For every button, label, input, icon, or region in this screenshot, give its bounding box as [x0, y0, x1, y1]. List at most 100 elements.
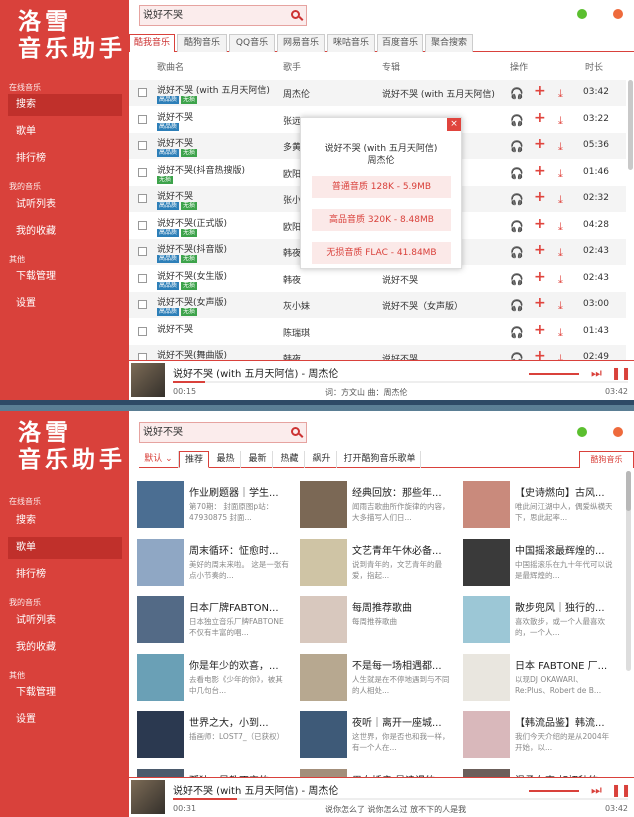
- album-name[interactable]: 说好不哭 (with 五月天阿信): [382, 87, 495, 100]
- headphone-icon[interactable]: 🎧: [510, 246, 524, 259]
- singer-name[interactable]: 韩夜: [283, 273, 301, 286]
- download-icon[interactable]: ⤓: [558, 114, 563, 128]
- close-button[interactable]: [613, 427, 623, 437]
- sidebar-item-leaderboard[interactable]: 排行榜: [8, 564, 122, 586]
- sidebar-item-trial-list[interactable]: 试听列表: [8, 610, 122, 632]
- songlist-cover[interactable]: [137, 481, 184, 528]
- download-icon[interactable]: ⤓: [558, 140, 563, 154]
- album-name[interactable]: 说好不哭（女声版）: [382, 299, 463, 312]
- pause-icon[interactable]: ❚❚: [611, 366, 631, 380]
- songlist-cover[interactable]: [300, 653, 347, 701]
- songlist-card[interactable]: 【史诗燃向】古风... 唯此间江湖中人，偶爱纵横天下，思此起率...: [463, 481, 618, 533]
- tab-kuwo[interactable]: 酷我音乐: [129, 34, 175, 52]
- singer-name[interactable]: 周杰伦: [283, 87, 310, 100]
- songlist-card[interactable]: 不是每一场相遇都... 人生就是在不停地遇到与不同的人相处...: [300, 653, 455, 706]
- sidebar-item-trial-list[interactable]: 试听列表: [8, 194, 122, 216]
- songlist-title[interactable]: 日本厂牌FABTON...: [189, 599, 289, 614]
- songlist-title[interactable]: 你是年少的欢喜，...: [189, 657, 289, 672]
- add-icon[interactable]: +: [534, 269, 546, 285]
- tab-rising[interactable]: 飙升: [307, 451, 337, 468]
- headphone-icon[interactable]: 🎧: [510, 220, 524, 233]
- quality-high-button[interactable]: 高品音质 320K - 8.48MB: [312, 209, 451, 231]
- songlist-title[interactable]: 日本 FABTONE 厂...: [515, 657, 615, 672]
- songlist-card[interactable]: 【韩流品鉴】韩流... 我们今天介绍的是从2004年开始，以...: [463, 711, 618, 763]
- songlist-card[interactable]: 作业刷题器｜学生... 第70期： 封面原图p站：47930875 封面...: [137, 481, 292, 533]
- headphone-icon[interactable]: 🎧: [510, 326, 524, 339]
- add-icon[interactable]: +: [534, 242, 546, 258]
- add-icon[interactable]: +: [534, 216, 546, 232]
- quality-lossless-button[interactable]: 无损音质 FLAC - 41.84MB: [312, 242, 451, 264]
- song-name[interactable]: 说好不哭: [157, 322, 193, 335]
- scrollbar[interactable]: [628, 80, 633, 170]
- download-icon[interactable]: ⤓: [558, 299, 563, 313]
- download-icon[interactable]: ⤓: [558, 193, 563, 207]
- sort-dropdown[interactable]: 默认 ⌄: [139, 451, 179, 468]
- songlist-card[interactable]: 文艺青年午休必备... 说到青年的，文艺青年的最爱，指起...: [300, 538, 455, 591]
- search-icon[interactable]: [291, 10, 300, 19]
- download-icon[interactable]: ⤓: [558, 220, 563, 234]
- singer-name[interactable]: 陈瑞琪: [283, 326, 310, 339]
- tab-hottest[interactable]: 最热: [211, 451, 241, 468]
- row-checkbox[interactable]: [138, 273, 147, 283]
- volume-slider[interactable]: [529, 790, 579, 792]
- quality-standard-button[interactable]: 普通音质 128K - 5.9MB: [312, 176, 451, 198]
- tab-newest[interactable]: 最新: [243, 451, 273, 468]
- add-icon[interactable]: +: [534, 295, 546, 311]
- songlist-cover[interactable]: [137, 596, 184, 643]
- songlist-title[interactable]: 文艺青年午休必备...: [352, 542, 452, 557]
- row-checkbox[interactable]: [138, 141, 147, 150]
- add-icon[interactable]: +: [534, 163, 546, 179]
- songlist-title[interactable]: 夜听｜离开一座城...: [352, 714, 452, 729]
- row-checkbox[interactable]: [138, 247, 147, 256]
- download-icon[interactable]: ⤓: [558, 326, 563, 340]
- songlist-title[interactable]: 【史诗燃向】古风...: [515, 484, 615, 499]
- minimize-button[interactable]: [577, 9, 587, 19]
- songlist-cover[interactable]: [137, 653, 184, 701]
- row-checkbox[interactable]: [138, 220, 147, 230]
- sidebar-item-settings[interactable]: 设置: [8, 709, 122, 731]
- row-checkbox[interactable]: [138, 326, 147, 336]
- scrollbar[interactable]: [626, 471, 631, 671]
- songlist-title[interactable]: 【韩流品鉴】韩流...: [515, 714, 615, 729]
- table-row[interactable]: 说好不哭(女声版) 高品质 无损 灰小妹 说好不哭（女声版） 🎧 + ⤓ 03:00: [129, 292, 626, 318]
- songlist-title[interactable]: 经典回放：那些年...: [352, 484, 452, 499]
- row-checkbox[interactable]: [138, 194, 147, 203]
- add-icon[interactable]: +: [534, 136, 546, 152]
- songlist-cover[interactable]: [300, 596, 347, 643]
- sidebar-item-search[interactable]: 搜索: [8, 510, 122, 532]
- progress-bar[interactable]: [173, 381, 628, 383]
- table-row[interactable]: 说好不哭(女生版) 高品质 无损 韩夜 说好不哭 🎧 + ⤓ 02:43: [129, 266, 626, 292]
- tab-source-kugou[interactable]: 酷狗音乐: [579, 451, 634, 468]
- headphone-icon[interactable]: 🎧: [510, 140, 524, 153]
- songlist-cover[interactable]: [463, 538, 510, 586]
- tab-qq[interactable]: QQ音乐: [229, 34, 275, 52]
- songlist-cover[interactable]: [463, 596, 510, 643]
- songlist-cover[interactable]: [300, 711, 347, 758]
- sidebar-item-songlist[interactable]: 歌单: [8, 537, 122, 559]
- headphone-icon[interactable]: 🎧: [510, 193, 524, 206]
- headphone-icon[interactable]: 🎧: [510, 114, 524, 127]
- row-checkbox[interactable]: [138, 167, 147, 177]
- sidebar-item-favorites[interactable]: 我的收藏: [8, 637, 122, 659]
- headphone-icon[interactable]: 🎧: [510, 87, 524, 100]
- download-icon[interactable]: ⤓: [558, 167, 563, 181]
- table-row[interactable]: 说好不哭 (with 五月天阿信) 高品质 无损 周杰伦 说好不哭 (with 五月天阿…: [129, 80, 626, 106]
- songlist-card[interactable]: 散步兜风｜独行的... 喜欢散步，或一个人最喜欢的，一个人...: [463, 596, 618, 648]
- album-name[interactable]: 说好不哭: [382, 273, 418, 286]
- tab-baidu[interactable]: 百度音乐: [377, 34, 423, 52]
- songlist-title[interactable]: 散步兜风｜独行的...: [515, 599, 615, 614]
- open-kugou-songlist-button[interactable]: 打开酷狗音乐歌单: [339, 451, 421, 468]
- download-icon[interactable]: ⤓: [558, 246, 563, 260]
- row-checkbox[interactable]: [138, 88, 147, 97]
- songlist-card[interactable]: 中国摇滚最辉煌的... 中国摇滚乐在九十年代可以说是最辉煌的...: [463, 538, 618, 591]
- close-icon[interactable]: ×: [447, 118, 461, 131]
- row-checkbox[interactable]: [138, 114, 147, 124]
- songlist-title[interactable]: 每周推荐歌曲: [352, 599, 452, 614]
- songlist-cover[interactable]: [137, 711, 184, 758]
- volume-slider[interactable]: [529, 373, 579, 375]
- songlist-card[interactable]: 日本 FABTONE 厂... 以现DJ OKAWARI、Re:Plus、Robe…: [463, 653, 618, 706]
- table-row[interactable]: 说好不哭 陈瑞琪 🎧 + ⤓ 01:43: [129, 319, 626, 345]
- close-button[interactable]: [613, 9, 623, 19]
- add-icon[interactable]: +: [534, 110, 546, 126]
- add-icon[interactable]: +: [534, 83, 546, 99]
